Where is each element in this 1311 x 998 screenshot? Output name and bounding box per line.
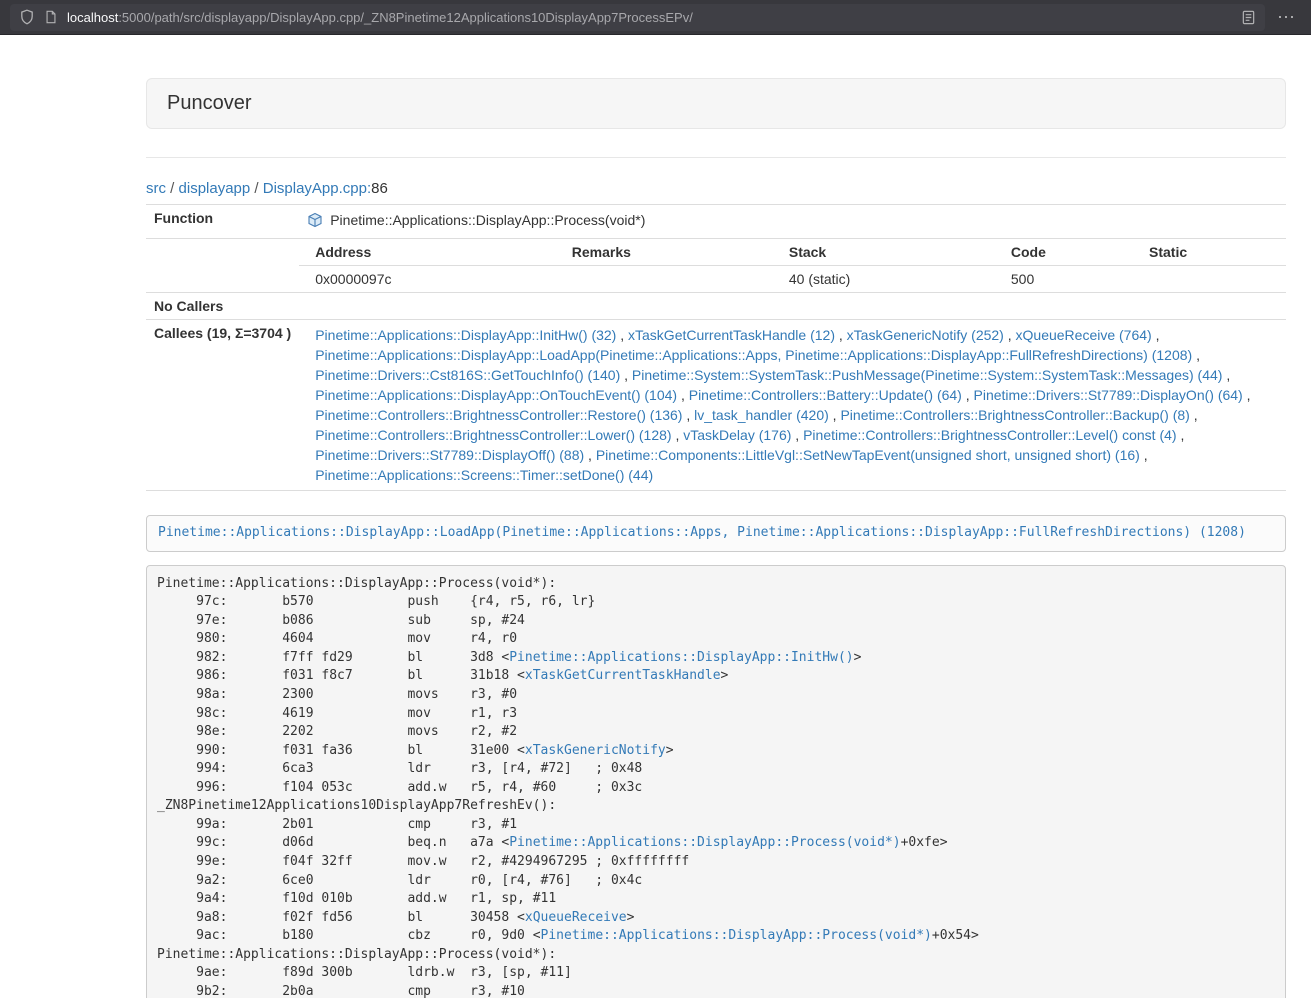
stats-header-static: Static bbox=[1133, 239, 1286, 266]
callees-list: Pinetime::Applications::DisplayApp::Init… bbox=[299, 320, 1286, 491]
url-text[interactable]: localhost:5000/path/src/displayapp/Displ… bbox=[67, 10, 1232, 25]
stats-header-row: Address Remarks Stack Code Static bbox=[299, 239, 1286, 266]
callee-link[interactable]: Pinetime::Controllers::BrightnessControl… bbox=[315, 407, 682, 423]
function-table: Function Pinetime::Applications::Display… bbox=[146, 204, 1286, 491]
disassembly-code: Pinetime::Applications::DisplayApp::Proc… bbox=[157, 576, 979, 998]
stats-header-code: Code bbox=[995, 239, 1133, 266]
symbol-link[interactable]: Pinetime::Applications::DisplayApp::Proc… bbox=[509, 835, 900, 850]
callee-link[interactable]: Pinetime::Controllers::BrightnessControl… bbox=[315, 427, 671, 443]
breadcrumb-separator: / bbox=[166, 180, 179, 197]
breadcrumb-link[interactable]: src bbox=[146, 180, 166, 197]
callee-link[interactable]: Pinetime::Controllers::BrightnessControl… bbox=[840, 407, 1189, 423]
stats-value-address: 0x0000097c bbox=[299, 266, 556, 293]
divider bbox=[146, 157, 1286, 158]
breadcrumb: src / displayapp / DisplayApp.cpp:86 bbox=[146, 180, 1286, 197]
callees-row: Callees (19, Σ=3704 ) Pinetime::Applicat… bbox=[146, 320, 1286, 491]
symbol-link[interactable]: xTaskGetCurrentTaskHandle bbox=[525, 668, 721, 683]
callee-link[interactable]: Pinetime::Controllers::BrightnessControl… bbox=[803, 427, 1176, 443]
stats-value-row: 0x0000097c 40 (static) 500 bbox=[299, 266, 1286, 293]
symbol-link[interactable]: xQueueReceive bbox=[525, 910, 627, 925]
highlighted-callee: Pinetime::Applications::DisplayApp::Load… bbox=[146, 515, 1286, 552]
breadcrumb-separator: / bbox=[250, 180, 263, 197]
app-title-panel: Puncover bbox=[146, 78, 1286, 129]
callers-label: No Callers bbox=[146, 293, 299, 320]
tracking-protection-shield-icon[interactable] bbox=[19, 9, 35, 25]
callee-link[interactable]: xTaskGetCurrentTaskHandle (12) bbox=[628, 327, 835, 343]
stats-cell: Address Remarks Stack Code Static 0x0000… bbox=[299, 239, 1286, 293]
callee-link[interactable]: Pinetime::Applications::DisplayApp::Load… bbox=[315, 347, 1192, 363]
callee-link[interactable]: xQueueReceive (764) bbox=[1016, 327, 1152, 343]
callee-link[interactable]: Pinetime::System::SystemTask::PushMessag… bbox=[632, 367, 1223, 383]
disassembly: Pinetime::Applications::DisplayApp::Proc… bbox=[146, 565, 1286, 998]
breadcrumb-link[interactable]: displayapp bbox=[179, 180, 251, 197]
page: Puncover src / displayapp / DisplayApp.c… bbox=[0, 35, 1311, 998]
callees-label: Callees (19, Σ=3704 ) bbox=[146, 320, 299, 491]
stats-value-static bbox=[1133, 266, 1286, 293]
function-row: Function Pinetime::Applications::Display… bbox=[146, 205, 1286, 239]
function-icon bbox=[307, 212, 323, 233]
url-path: :5000/path/src/displayapp/DisplayApp.cpp… bbox=[118, 10, 693, 25]
reader-view-icon[interactable] bbox=[1241, 10, 1256, 25]
breadcrumb-link[interactable]: DisplayApp.cpp: bbox=[263, 180, 371, 197]
symbol-link[interactable]: Pinetime::Applications::DisplayApp::Proc… bbox=[541, 928, 932, 943]
browser-menu-button[interactable]: ⋯ bbox=[1271, 8, 1301, 26]
browser-chrome: localhost:5000/path/src/displayapp/Displ… bbox=[0, 0, 1311, 35]
callee-link[interactable]: Pinetime::Applications::DisplayApp::Init… bbox=[315, 327, 616, 343]
callee-link[interactable]: Pinetime::Applications::Screens::Timer::… bbox=[315, 467, 653, 483]
callee-link[interactable]: Pinetime::Drivers::St7789::DisplayOff() … bbox=[315, 447, 584, 463]
callee-link[interactable]: Pinetime::Applications::DisplayApp::OnTo… bbox=[315, 387, 677, 403]
breadcrumb-text: 86 bbox=[371, 180, 388, 197]
function-name-cell: Pinetime::Applications::DisplayApp::Proc… bbox=[299, 205, 1286, 239]
callee-link[interactable]: Pinetime::Controllers::Battery::Update()… bbox=[689, 387, 962, 403]
function-name: Pinetime::Applications::DisplayApp::Proc… bbox=[330, 212, 645, 228]
url-host: localhost bbox=[67, 10, 118, 25]
callee-link[interactable]: Pinetime::Drivers::Cst816S::GetTouchInfo… bbox=[315, 367, 620, 383]
stats-table: Address Remarks Stack Code Static 0x0000… bbox=[299, 239, 1286, 292]
app-title: Puncover bbox=[167, 92, 252, 114]
content-container: Puncover src / displayapp / DisplayApp.c… bbox=[146, 35, 1286, 998]
stats-header-stack: Stack bbox=[773, 239, 995, 266]
stats-value-code: 500 bbox=[995, 266, 1133, 293]
symbol-link[interactable]: Pinetime::Applications::DisplayApp::Init… bbox=[509, 650, 853, 665]
callee-link[interactable]: lv_task_handler (420) bbox=[694, 407, 829, 423]
callee-link[interactable]: xTaskGenericNotify (252) bbox=[847, 327, 1004, 343]
stats-value-remarks bbox=[556, 266, 773, 293]
stats-header-remarks: Remarks bbox=[556, 239, 773, 266]
page-proxy-icon bbox=[44, 10, 58, 24]
symbol-link[interactable]: xTaskGenericNotify bbox=[525, 743, 666, 758]
stats-row-label bbox=[146, 239, 299, 293]
stats-header-address: Address bbox=[299, 239, 556, 266]
stats-value-stack: 40 (static) bbox=[773, 266, 995, 293]
callee-link[interactable]: Pinetime::Drivers::St7789::DisplayOn() (… bbox=[974, 387, 1243, 403]
callers-row: No Callers bbox=[146, 293, 1286, 320]
stats-row: Address Remarks Stack Code Static 0x0000… bbox=[146, 239, 1286, 293]
function-row-label: Function bbox=[146, 205, 299, 239]
callee-link[interactable]: Pinetime::Components::LittleVgl::SetNewT… bbox=[596, 447, 1140, 463]
highlighted-callee-link[interactable]: Pinetime::Applications::DisplayApp::Load… bbox=[158, 525, 1246, 540]
callers-cell bbox=[299, 293, 1286, 320]
url-bar[interactable]: localhost:5000/path/src/displayapp/Displ… bbox=[10, 4, 1265, 31]
callee-link[interactable]: vTaskDelay (176) bbox=[683, 427, 791, 443]
